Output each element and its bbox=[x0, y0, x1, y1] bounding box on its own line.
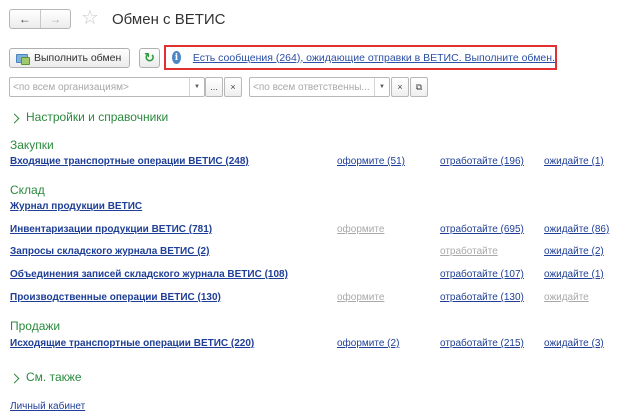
favorite-star-icon[interactable]: ☆ bbox=[81, 8, 99, 28]
product-journal-link[interactable]: Журнал продукции ВЕТИС bbox=[10, 201, 142, 212]
incoming-transport-ops-link[interactable]: Входящие транспортные операции ВЕТИС (24… bbox=[10, 156, 249, 167]
refresh-icon: ↻ bbox=[144, 50, 155, 65]
organization-filter-placeholder: <по всем организациям> bbox=[13, 81, 129, 93]
journal-merges-wait-link[interactable]: ожидайте (1) bbox=[544, 269, 604, 280]
responsible-dropdown-icon[interactable]: ▼ bbox=[374, 78, 389, 96]
organization-select-button[interactable]: ... bbox=[205, 77, 223, 97]
outgoing-transport-process-link[interactable]: отработайте (215) bbox=[440, 338, 524, 349]
navigation-buttons: ← → bbox=[9, 9, 71, 29]
journal-merges-link[interactable]: Объединения записей складского журнала В… bbox=[10, 269, 288, 280]
info-icon: i bbox=[172, 51, 181, 64]
inventory-complete-link: оформите bbox=[337, 224, 385, 235]
production-process-link[interactable]: отработайте (130) bbox=[440, 292, 524, 303]
personal-cabinet-link[interactable]: Личный кабинет bbox=[10, 401, 85, 412]
execute-exchange-label: Выполнить обмен bbox=[34, 52, 122, 64]
organization-filter-field[interactable]: <по всем организациям> ▼ bbox=[9, 77, 205, 97]
sales-group-title: Продажи bbox=[10, 319, 61, 333]
outgoing-transport-wait-link[interactable]: ожидайте (3) bbox=[544, 338, 604, 349]
organization-dropdown-icon[interactable]: ▼ bbox=[189, 78, 204, 96]
settings-section-header[interactable]: Настройки и справочники bbox=[26, 110, 168, 124]
warehouse-group-title: Склад bbox=[10, 183, 45, 197]
production-ops-link[interactable]: Производственные операции ВЕТИС (130) bbox=[10, 292, 221, 303]
see-also-chevron-icon[interactable] bbox=[9, 373, 20, 384]
inventory-link[interactable]: Инвентаризации продукции ВЕТИС (781) bbox=[10, 224, 212, 235]
exchange-icon bbox=[16, 53, 30, 65]
settings-chevron-icon[interactable] bbox=[9, 113, 20, 124]
forward-button[interactable]: → bbox=[39, 10, 71, 28]
back-button[interactable]: ← bbox=[10, 10, 40, 28]
organization-clear-button[interactable]: × bbox=[224, 77, 242, 97]
outgoing-transport-complete-link[interactable]: оформите (2) bbox=[337, 338, 399, 349]
journal-requests-process-link: отработайте bbox=[440, 246, 498, 257]
journal-requests-link[interactable]: Запросы складского журнала ВЕТИС (2) bbox=[10, 246, 209, 257]
back-arrow-icon: ← bbox=[18, 12, 31, 26]
production-complete-link: оформите bbox=[337, 292, 385, 303]
incoming-transport-process-link[interactable]: отработайте (196) bbox=[440, 156, 524, 167]
inventory-process-link[interactable]: отработайте (695) bbox=[440, 224, 524, 235]
outgoing-transport-ops-link[interactable]: Исходящие транспортные операции ВЕТИС (2… bbox=[10, 338, 254, 349]
responsible-open-button[interactable]: ⧉ bbox=[410, 77, 428, 97]
see-also-section-header[interactable]: См. также bbox=[26, 370, 82, 384]
journal-requests-wait-link[interactable]: ожидайте (2) bbox=[544, 246, 604, 257]
responsible-filter-field[interactable]: <по всем ответственны... ▼ bbox=[249, 77, 390, 97]
pending-messages-link[interactable]: Есть сообщения (264), ожидающие отправки… bbox=[193, 52, 555, 64]
purchases-group-title: Закупки bbox=[10, 138, 54, 152]
refresh-button[interactable]: ↻ bbox=[139, 48, 160, 68]
inventory-wait-link[interactable]: ожидайте (86) bbox=[544, 224, 609, 235]
incoming-transport-complete-link[interactable]: оформите (51) bbox=[337, 156, 405, 167]
journal-merges-process-link[interactable]: отработайте (107) bbox=[440, 269, 524, 280]
responsible-filter-placeholder: <по всем ответственны... bbox=[253, 81, 370, 93]
pending-messages-notice: i Есть сообщения (264), ожидающие отправ… bbox=[164, 45, 557, 70]
incoming-transport-wait-link[interactable]: ожидайте (1) bbox=[544, 156, 604, 167]
page-title: Обмен с ВЕТИС bbox=[112, 11, 226, 28]
execute-exchange-button[interactable]: Выполнить обмен bbox=[9, 48, 130, 68]
forward-arrow-icon: → bbox=[49, 12, 62, 26]
responsible-clear-button[interactable]: × bbox=[391, 77, 409, 97]
production-wait-link: ожидайте bbox=[544, 292, 589, 303]
